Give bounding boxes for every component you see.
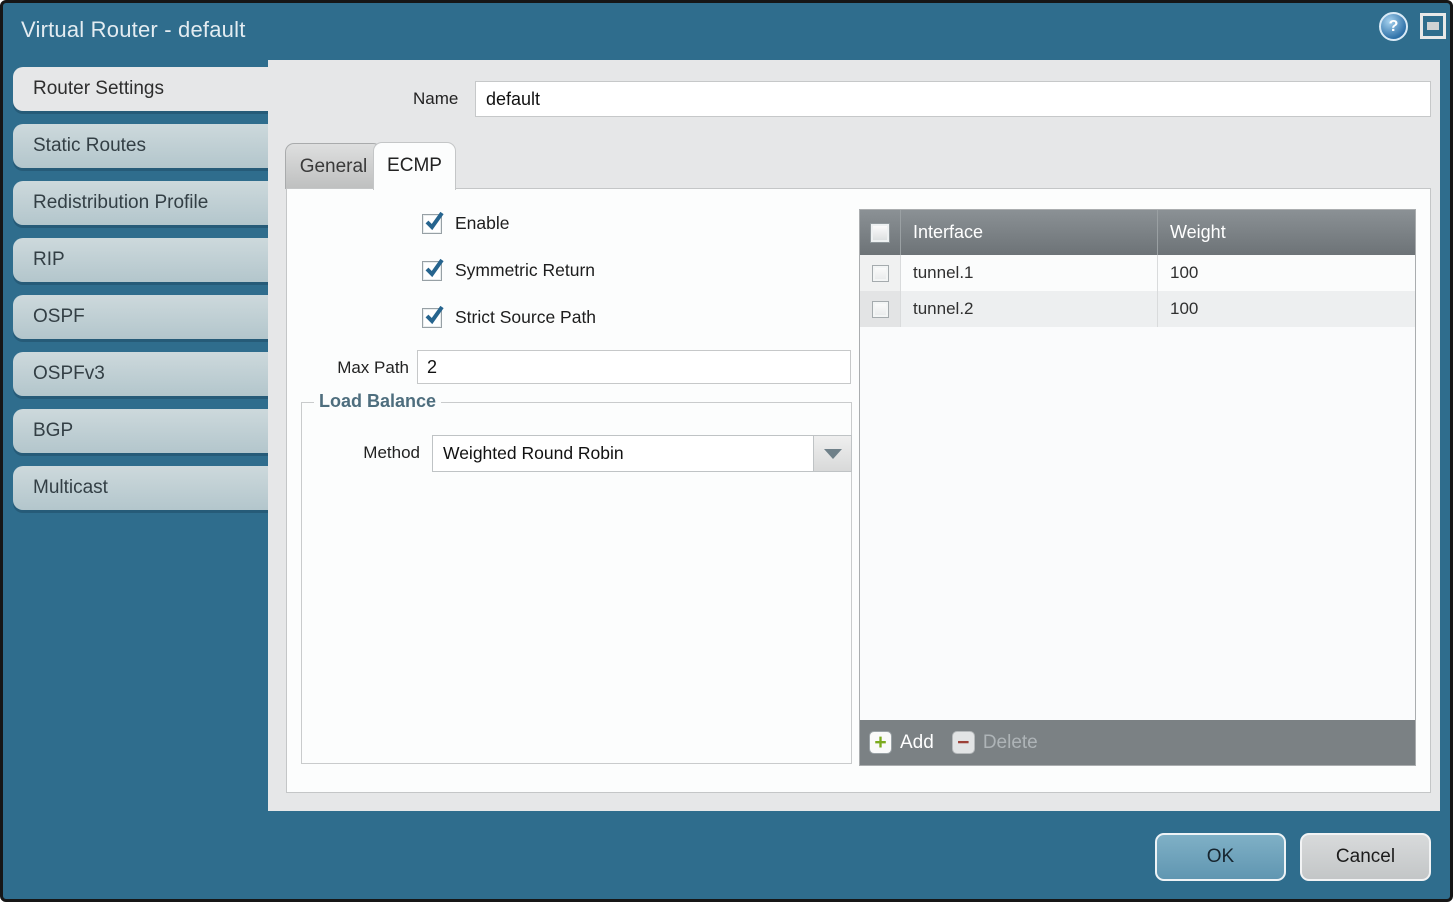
row-select-cell	[860, 255, 900, 291]
tab-general[interactable]: General	[285, 143, 382, 189]
add-button-label: Add	[900, 732, 934, 754]
tab-ecmp[interactable]: ECMP	[373, 142, 456, 190]
ecmp-tab-content: Enable Symmetric Return Strict Source Pa…	[286, 188, 1431, 793]
strict-source-path-checkbox-row: Strict Source Path	[422, 307, 596, 328]
enable-label: Enable	[455, 213, 510, 234]
help-glyph: ?	[1389, 18, 1399, 36]
sidebar-item-router-settings[interactable]: Router Settings	[13, 67, 268, 111]
symmetric-return-checkbox[interactable]	[422, 261, 442, 281]
table-empty-area	[860, 327, 1415, 720]
select-all-cell	[860, 210, 900, 255]
load-balance-legend: Load Balance	[314, 391, 441, 412]
weight-column-header[interactable]: Weight	[1157, 210, 1415, 255]
row-select-cell	[860, 291, 900, 327]
method-dropdown-button[interactable]	[813, 436, 851, 471]
table-row[interactable]: tunnel.2 100	[860, 291, 1415, 327]
method-label: Method	[338, 443, 420, 463]
row-checkbox[interactable]	[872, 301, 889, 318]
method-dropdown-value: Weighted Round Robin	[433, 436, 813, 471]
plus-icon: +	[869, 731, 892, 754]
delete-button-label: Delete	[983, 732, 1038, 754]
titlebar: Virtual Router - default ?	[3, 3, 1450, 60]
interface-cell: tunnel.1	[900, 255, 1157, 291]
method-dropdown[interactable]: Weighted Round Robin	[432, 435, 852, 472]
strict-source-path-checkbox[interactable]	[422, 308, 442, 328]
symmetric-return-label: Symmetric Return	[455, 260, 595, 281]
help-icon[interactable]: ?	[1379, 12, 1408, 41]
max-path-input[interactable]	[417, 350, 851, 384]
minus-icon: −	[952, 731, 975, 754]
sidebar-item-static-routes[interactable]: Static Routes	[13, 124, 268, 168]
restore-window-icon[interactable]	[1420, 13, 1446, 39]
sidebar-item-redistribution-profile[interactable]: Redistribution Profile	[13, 181, 268, 225]
table-row[interactable]: tunnel.1 100	[860, 255, 1415, 291]
check-icon	[424, 305, 446, 329]
virtual-router-dialog: Virtual Router - default ? Router Settin…	[0, 0, 1453, 902]
table-header-row: Interface Weight	[860, 210, 1415, 255]
cancel-button[interactable]: Cancel	[1300, 833, 1431, 881]
sidebar-nav: Router Settings Static Routes Redistribu…	[13, 67, 268, 523]
chevron-down-icon	[824, 449, 842, 459]
name-label: Name	[413, 89, 458, 109]
add-button[interactable]: + Add	[869, 731, 934, 754]
weight-cell: 100	[1157, 255, 1415, 291]
table-footer: + Add − Delete	[860, 720, 1415, 765]
row-checkbox[interactable]	[872, 265, 889, 282]
interface-table: Interface Weight tunnel.1 100 tunnel.2 1…	[859, 209, 1416, 766]
sidebar-item-multicast[interactable]: Multicast	[13, 466, 268, 510]
load-balance-fieldset: Load Balance Method Weighted Round Robin	[301, 402, 852, 764]
sidebar-item-ospfv3[interactable]: OSPFv3	[13, 352, 268, 396]
delete-button[interactable]: − Delete	[952, 731, 1038, 754]
enable-checkbox[interactable]	[422, 214, 442, 234]
weight-cell: 100	[1157, 291, 1415, 327]
restore-inner-rect	[1427, 22, 1439, 30]
sidebar-item-bgp[interactable]: BGP	[13, 409, 268, 453]
dialog-title: Virtual Router - default	[21, 17, 246, 43]
select-all-checkbox[interactable]	[870, 223, 890, 243]
check-icon	[424, 211, 446, 235]
strict-source-path-label: Strict Source Path	[455, 307, 596, 328]
check-icon	[424, 258, 446, 282]
symmetric-return-checkbox-row: Symmetric Return	[422, 260, 595, 281]
main-panel: Name General ECMP Enable Symmetric Retur…	[268, 60, 1440, 811]
sidebar-item-ospf[interactable]: OSPF	[13, 295, 268, 339]
sidebar-item-rip[interactable]: RIP	[13, 238, 268, 282]
ok-button[interactable]: OK	[1155, 833, 1286, 881]
max-path-label: Max Path	[287, 358, 409, 378]
interface-column-header[interactable]: Interface	[900, 210, 1157, 255]
name-input[interactable]	[475, 81, 1431, 117]
enable-checkbox-row: Enable	[422, 213, 510, 234]
interface-cell: tunnel.2	[900, 291, 1157, 327]
